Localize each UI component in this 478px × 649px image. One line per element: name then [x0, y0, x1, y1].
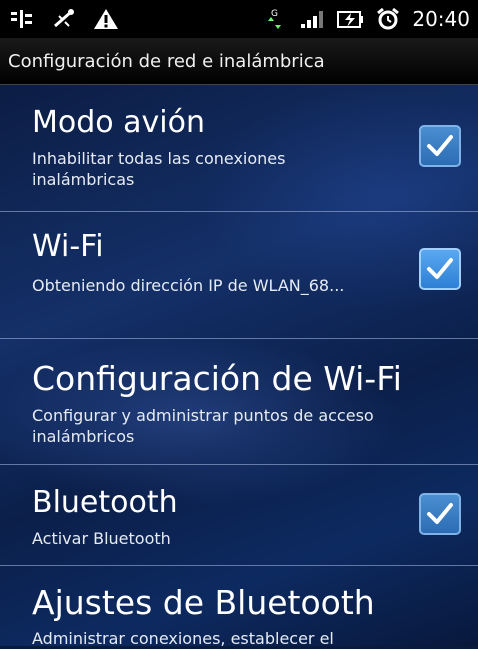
- airplane-mode-checkbox[interactable]: [419, 125, 461, 167]
- wifi-settings-item[interactable]: Configuración de Wi-Fi Configurar y admi…: [0, 339, 478, 463]
- svg-text:G: G: [271, 9, 278, 19]
- usb-connection-icon: [50, 7, 78, 31]
- screen-title-bar: Configuración de red e inalámbrica: [0, 38, 478, 85]
- airplane-mode-summary: Inhabilitar todas las conexiones inalámb…: [32, 149, 286, 189]
- wifi-title: Wi-Fi: [32, 229, 104, 264]
- wifi-settings-summary: Configurar y administrar puntos de acces…: [32, 406, 374, 446]
- wifi-settings-title: Configuración de Wi-Fi: [32, 359, 402, 398]
- alarm-clock-icon: [374, 7, 402, 31]
- usb-debug-icon: [8, 7, 36, 31]
- wifi-checkbox[interactable]: [419, 248, 461, 290]
- checkmark-icon: [427, 258, 453, 279]
- settings-list: Modo avión Inhabilitar todas las conexio…: [0, 85, 478, 648]
- status-bar: G 20:40: [0, 0, 478, 38]
- warning-icon: [92, 7, 120, 31]
- checkmark-icon: [427, 503, 453, 524]
- gsm-data-icon: G: [260, 7, 288, 31]
- bluetooth-title: Bluetooth: [32, 485, 178, 520]
- wifi-item[interactable]: Wi-Fi Obteniendo dirección IP de WLAN_68…: [0, 212, 478, 337]
- status-time: 20:40: [412, 7, 470, 31]
- screen-title: Configuración de red e inalámbrica: [8, 50, 325, 72]
- bluetooth-checkbox[interactable]: [419, 493, 461, 535]
- signal-strength-icon: [298, 7, 326, 31]
- checkmark-icon: [427, 135, 453, 156]
- bluetooth-settings-title: Ajustes de Bluetooth: [32, 583, 375, 622]
- bluetooth-settings-item[interactable]: Ajustes de Bluetooth Administrar conexio…: [0, 566, 478, 648]
- bluetooth-summary: Activar Bluetooth: [32, 529, 171, 548]
- wifi-summary: Obteniendo dirección IP de WLAN_68...: [32, 276, 345, 295]
- airplane-mode-title: Modo avión: [32, 105, 206, 140]
- airplane-mode-item[interactable]: Modo avión Inhabilitar todas las conexio…: [0, 85, 478, 210]
- battery-charging-icon: [336, 7, 364, 31]
- bluetooth-item[interactable]: Bluetooth Activar Bluetooth: [0, 465, 478, 565]
